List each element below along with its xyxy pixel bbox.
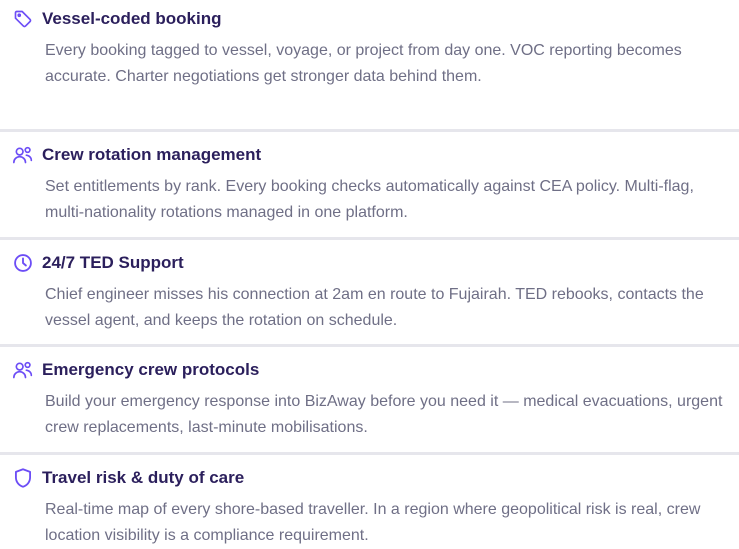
divider [0, 129, 739, 132]
feature-description: Real-time map of every shore-based trave… [45, 501, 701, 544]
feature-description: Set entitlements by rank. Every booking … [45, 178, 694, 221]
feature-title: Travel risk & duty of care [42, 468, 245, 487]
feature-title: Crew rotation management [42, 145, 262, 164]
divider [0, 344, 739, 347]
feature-header: Crew rotation management [12, 144, 261, 166]
feature-header: Emergency crew protocols [12, 359, 259, 381]
feature-header: Vessel-coded booking [12, 8, 222, 30]
feature-list: Vessel-coded booking Every booking tagge… [0, 0, 739, 547]
feature-header: Travel risk & duty of care [12, 467, 244, 489]
feature-description: Every booking tagged to vessel, voyage, … [45, 42, 682, 85]
feature-title: Emergency crew protocols [42, 360, 260, 379]
feature-description: Build your emergency response into BizAw… [45, 393, 723, 436]
feature-title: 24/7 TED Support [42, 253, 184, 272]
users-icon [12, 359, 34, 381]
divider [0, 452, 739, 455]
clock-icon [12, 252, 34, 274]
shield-icon [12, 467, 34, 489]
tag-icon [12, 8, 34, 30]
feature-description: Chief engineer misses his connection at … [45, 286, 704, 329]
divider [0, 237, 739, 240]
feature-title: Vessel-coded booking [42, 9, 222, 28]
users-icon [12, 144, 34, 166]
feature-header: 24/7 TED Support [12, 252, 184, 274]
